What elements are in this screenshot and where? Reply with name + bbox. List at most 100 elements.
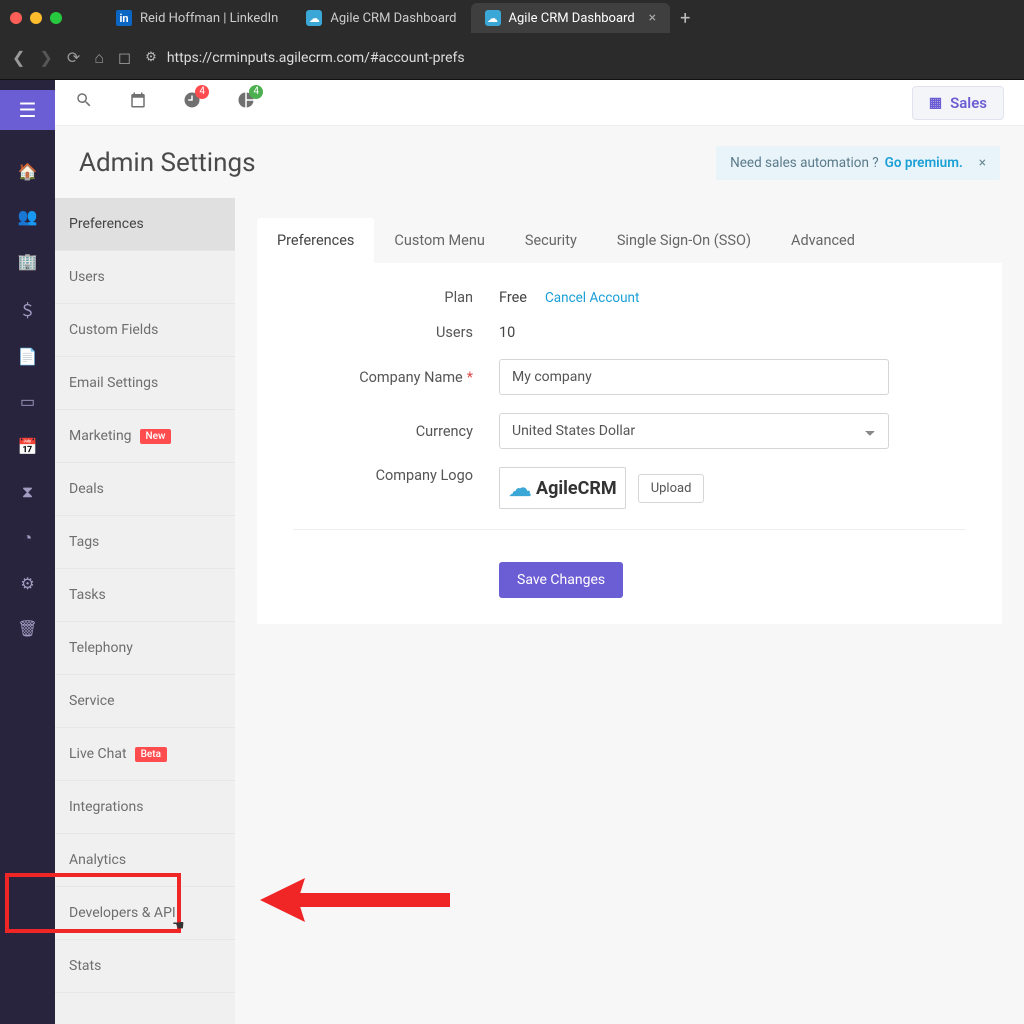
sidebar-item-tags[interactable]: Tags — [55, 516, 235, 569]
timer-icon[interactable]: 4 — [183, 91, 201, 114]
reload-icon[interactable]: ⟳ — [67, 48, 80, 67]
settings-sidebar: Preferences Users Custom Fields Email Se… — [55, 198, 235, 1024]
page-title: Admin Settings — [79, 148, 256, 178]
window-minimize[interactable] — [30, 12, 42, 24]
calendar-icon[interactable] — [129, 91, 147, 114]
bookmark-icon[interactable]: ◻ — [118, 48, 131, 67]
tab-label: Agile CRM Dashboard — [509, 11, 635, 26]
browser-tab-linkedin[interactable]: in Reid Hoffman | LinkedIn — [102, 3, 292, 33]
users-label: Users — [293, 324, 473, 341]
window-maximize[interactable] — [50, 12, 62, 24]
pie-chart-icon[interactable]: 4 — [237, 91, 255, 114]
sidebar-item-custom-fields[interactable]: Custom Fields — [55, 304, 235, 357]
icon-rail: ☰ 🏠 👥 🏢 ＄ 📄 ▭ 📅 ⧗ ◔ ⚙ 🗑 — [0, 80, 55, 1024]
linkedin-icon: in — [116, 10, 132, 26]
browser-nav-bar: ❮ ❯ ⟳ ⌂ ◻ ⚙ https://crminputs.agilecrm.c… — [0, 36, 1024, 80]
cursor-icon: ☚ — [172, 918, 185, 934]
topbar-right: ▦ Sales — [912, 86, 1004, 120]
contacts-icon[interactable]: 👥 — [18, 207, 38, 226]
users-value: 10 — [499, 324, 515, 341]
back-icon[interactable]: ❮ — [12, 48, 25, 67]
sales-button[interactable]: ▦ Sales — [912, 86, 1004, 120]
logo-label: Company Logo — [293, 467, 473, 484]
browser-tab-agile-2[interactable]: ☁ Agile CRM Dashboard × — [471, 3, 671, 33]
menu-toggle[interactable]: ☰ — [0, 90, 55, 130]
topbar-left: 4 4 — [75, 91, 255, 114]
sidebar-item-analytics[interactable]: Analytics — [55, 834, 235, 887]
forward-icon[interactable]: ❯ — [39, 48, 52, 67]
grid-icon: ▦ — [929, 95, 942, 111]
close-icon[interactable]: × — [979, 155, 986, 171]
sidebar-item-email-settings[interactable]: Email Settings — [55, 357, 235, 410]
page-body: Admin Settings Need sales automation ? G… — [55, 126, 1024, 1024]
content-row: Preferences Users Custom Fields Email Se… — [55, 198, 1024, 1024]
close-icon[interactable]: × — [649, 10, 656, 26]
url-text: https://crminputs.agilecrm.com/#account-… — [167, 50, 465, 66]
app-topbar: 4 4 ▦ Sales — [55, 80, 1024, 126]
save-changes-button[interactable]: Save Changes — [499, 562, 623, 598]
chart-badge: 4 — [249, 85, 263, 99]
premium-link[interactable]: Go premium. — [885, 155, 963, 171]
search-icon[interactable] — [75, 91, 93, 114]
companies-icon[interactable]: 🏢 — [18, 252, 38, 271]
home-icon[interactable]: ⌂ — [94, 48, 104, 68]
sidebar-item-integrations[interactable]: Integrations — [55, 781, 235, 834]
cloud-icon: ☁ — [485, 10, 501, 26]
upload-button[interactable]: Upload — [638, 474, 705, 503]
company-label: Company Name* — [293, 369, 473, 386]
sidebar-item-preferences[interactable]: Preferences — [55, 198, 235, 251]
sidebar-item-service[interactable]: Service — [55, 675, 235, 728]
window-close[interactable] — [10, 12, 22, 24]
main-panel: Preferences Custom Menu Security Single … — [235, 198, 1024, 1024]
timeline-icon[interactable]: ⧗ — [22, 482, 33, 502]
calendar-icon[interactable]: 📅 — [18, 437, 38, 456]
url-bar[interactable]: ⚙ https://crminputs.agilecrm.com/#accoun… — [145, 50, 1012, 66]
sidebar-item-developers-api[interactable]: Developers & API — [55, 887, 235, 940]
sidebar-item-marketing[interactable]: MarketingNew — [55, 410, 235, 463]
sidebar-item-live-chat[interactable]: Live ChatBeta — [55, 728, 235, 781]
plan-value: Free — [499, 289, 527, 306]
tab-custom-menu[interactable]: Custom Menu — [374, 218, 504, 263]
tab-advanced[interactable]: Advanced — [771, 218, 875, 263]
logo-text: AgileCRM — [536, 478, 617, 499]
sidebar-item-stats[interactable]: Stats — [55, 940, 235, 993]
new-tab-button[interactable]: + — [670, 8, 700, 29]
sidebar-item-tasks[interactable]: Tasks — [55, 569, 235, 622]
divider — [293, 529, 966, 530]
reports-icon[interactable]: ◔ — [23, 528, 33, 548]
tab-label: Reid Hoffman | LinkedIn — [140, 11, 278, 26]
tab-preferences[interactable]: Preferences — [257, 218, 374, 263]
sidebar-item-telephony[interactable]: Telephony — [55, 622, 235, 675]
company-logo-preview: ☁ AgileCRM — [499, 467, 626, 509]
browser-tabs: in Reid Hoffman | LinkedIn ☁ Agile CRM D… — [102, 0, 700, 36]
deals-icon[interactable]: ＄ — [19, 297, 35, 321]
site-settings-icon[interactable]: ⚙ — [145, 50, 157, 65]
home-icon[interactable]: 🏠 — [18, 162, 38, 181]
row-company: Company Name* — [293, 359, 966, 395]
row-plan: Plan Free Cancel Account — [293, 289, 966, 306]
cloud-icon: ☁ — [508, 474, 532, 502]
browser-tab-agile-1[interactable]: ☁ Agile CRM Dashboard — [292, 3, 470, 33]
currency-select[interactable]: United States Dollar — [499, 413, 889, 449]
notif-badge: 4 — [195, 85, 209, 99]
company-name-input[interactable] — [499, 359, 889, 395]
premium-text: Need sales automation ? — [730, 155, 879, 171]
tab-security[interactable]: Security — [505, 218, 597, 263]
sales-label: Sales — [950, 94, 987, 112]
preferences-form: Plan Free Cancel Account Users 10 Compan… — [257, 263, 1002, 624]
sidebar-item-users[interactable]: Users — [55, 251, 235, 304]
row-currency: Currency United States Dollar — [293, 413, 966, 449]
documents-icon[interactable]: 📄 — [18, 347, 38, 366]
new-badge: New — [140, 429, 172, 444]
tab-sso[interactable]: Single Sign-On (SSO) — [597, 218, 771, 263]
cancel-account-link[interactable]: Cancel Account — [545, 290, 639, 306]
row-logo: Company Logo ☁ AgileCRM Upload — [293, 467, 966, 509]
settings-tabs: Preferences Custom Menu Security Single … — [257, 218, 1002, 263]
sidebar-item-deals[interactable]: Deals — [55, 463, 235, 516]
settings-icon[interactable]: ⚙ — [20, 574, 34, 593]
trash-icon[interactable]: 🗑 — [17, 619, 37, 638]
activities-icon[interactable]: ▭ — [20, 392, 35, 411]
beta-badge: Beta — [135, 747, 167, 762]
row-users: Users 10 — [293, 324, 966, 341]
tab-label: Agile CRM Dashboard — [330, 11, 456, 26]
